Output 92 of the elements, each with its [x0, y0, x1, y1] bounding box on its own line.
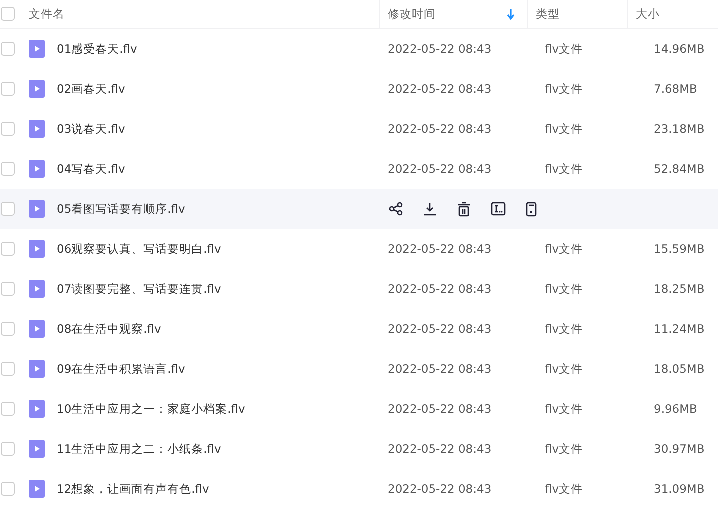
- file-size: 9.96MB: [654, 402, 698, 416]
- file-size: 14.96MB: [654, 42, 705, 56]
- delete-icon[interactable]: [457, 202, 471, 216]
- file-size: 52.84MB: [654, 162, 705, 176]
- file-type: flv文件: [545, 162, 584, 176]
- file-row[interactable]: 09在生活中积累语言.flv 2022-05-22 08:43 flv文件 18.05MB: [0, 349, 718, 389]
- row-checkbox[interactable]: [1, 482, 15, 496]
- file-size: 7.68MB: [654, 82, 698, 96]
- file-type: flv文件: [545, 322, 584, 336]
- file-name[interactable]: 03说春天.flv: [57, 122, 126, 136]
- file-name[interactable]: 04写春天.flv: [57, 162, 126, 176]
- video-file-icon: [29, 40, 45, 58]
- modified-time: 2022-05-22 08:43: [388, 402, 492, 416]
- column-header[interactable]: 修改时间: [379, 0, 527, 28]
- modified-time: 2022-05-22 08:43: [388, 162, 492, 176]
- modified-time: 2022-05-22 08:43: [388, 442, 492, 456]
- file-type: flv文件: [545, 42, 584, 56]
- modified-time: 2022-05-22 08:43: [388, 42, 492, 56]
- column-header[interactable]: 文件名: [29, 0, 379, 28]
- row-checkbox[interactable]: [1, 242, 15, 256]
- video-file-icon: [29, 120, 45, 138]
- row-checkbox[interactable]: [1, 162, 15, 176]
- file-size: 18.25MB: [654, 282, 705, 296]
- file-name[interactable]: 06观察要认真、写话要明白.flv: [57, 242, 222, 256]
- modified-time: 2022-05-22 08:43: [388, 242, 492, 256]
- file-size: 31.09MB: [654, 482, 705, 496]
- file-type: flv文件: [545, 242, 584, 256]
- file-row[interactable]: 10生活中应用之一：家庭小档案.flv 2022-05-22 08:43 flv文件 9.96MB: [0, 389, 718, 429]
- file-size: 15.59MB: [654, 242, 705, 256]
- row-checkbox[interactable]: [1, 122, 15, 136]
- file-row[interactable]: 06观察要认真、写话要明白.flv 2022-05-22 08:43 flv文件 15.59MB: [0, 229, 718, 269]
- file-row[interactable]: 05看图写话要有顺序.flv: [0, 189, 718, 229]
- column-header[interactable]: 类型: [527, 0, 627, 28]
- file-name[interactable]: 10生活中应用之一：家庭小档案.flv: [57, 402, 246, 416]
- file-size: 18.05MB: [654, 362, 705, 376]
- video-file-icon: [29, 200, 45, 218]
- file-name[interactable]: 07读图要完整、写话要连贯.flv: [57, 282, 222, 296]
- file-row[interactable]: 03说春天.flv 2022-05-22 08:43 flv文件 23.18MB: [0, 109, 718, 149]
- file-row[interactable]: 08在生活中观察.flv 2022-05-22 08:43 flv文件 11.24MB: [0, 309, 718, 349]
- file-name[interactable]: 09在生活中积累语言.flv: [57, 362, 186, 376]
- file-type: flv文件: [545, 402, 584, 416]
- modified-time: 2022-05-22 08:43: [388, 482, 492, 496]
- column-header[interactable]: 大小: [627, 0, 718, 28]
- file-row[interactable]: 12想象，让画面有声有色.flv 2022-05-22 08:43 flv文件 31.09MB: [0, 469, 718, 509]
- row-checkbox[interactable]: [1, 82, 15, 96]
- more-icon[interactable]: [526, 202, 537, 216]
- row-checkbox[interactable]: [1, 202, 15, 216]
- file-row[interactable]: 07读图要完整、写话要连贯.flv 2022-05-22 08:43 flv文件 18.25MB: [0, 269, 718, 309]
- file-name[interactable]: 05看图写话要有顺序.flv: [57, 202, 186, 216]
- select-all-checkbox[interactable]: [1, 7, 15, 21]
- row-checkbox[interactable]: [1, 442, 15, 456]
- video-file-icon: [29, 400, 45, 418]
- video-file-icon: [29, 240, 45, 258]
- file-row[interactable]: 01感受春天.flv 2022-05-22 08:43 flv文件 14.96MB: [0, 29, 718, 69]
- file-name[interactable]: 11生活中应用之二：小纸条.flv: [57, 442, 222, 456]
- modified-time: 2022-05-22 08:43: [388, 322, 492, 336]
- video-file-icon: [29, 320, 45, 338]
- video-file-icon: [29, 360, 45, 378]
- modified-time: 2022-05-22 08:43: [388, 122, 492, 136]
- file-type: flv文件: [545, 362, 584, 376]
- file-type: flv文件: [545, 82, 584, 96]
- share-icon[interactable]: [389, 202, 403, 216]
- row-checkbox[interactable]: [1, 322, 15, 336]
- video-file-icon: [29, 480, 45, 498]
- file-name[interactable]: 01感受春天.flv: [57, 42, 138, 56]
- file-row[interactable]: 02画春天.flv 2022-05-22 08:43 flv文件 7.68MB: [0, 69, 718, 109]
- file-name[interactable]: 08在生活中观察.flv: [57, 322, 162, 336]
- file-name[interactable]: 02画春天.flv: [57, 82, 126, 96]
- row-checkbox[interactable]: [1, 402, 15, 416]
- row-checkbox[interactable]: [1, 42, 15, 56]
- file-row[interactable]: 11生活中应用之二：小纸条.flv 2022-05-22 08:43 flv文件 30.97MB: [0, 429, 718, 469]
- download-icon[interactable]: [423, 202, 437, 216]
- sort-arrow-icon[interactable]: [507, 8, 515, 20]
- video-file-icon: [29, 440, 45, 458]
- modified-time: 2022-05-22 08:43: [388, 82, 492, 96]
- video-file-icon: [29, 280, 45, 298]
- modified-time: 2022-05-22 08:43: [388, 362, 492, 376]
- row-checkbox[interactable]: [1, 282, 15, 296]
- video-file-icon: [29, 160, 45, 178]
- file-type: flv文件: [545, 482, 584, 496]
- file-row[interactable]: 04写春天.flv 2022-05-22 08:43 flv文件 52.84MB: [0, 149, 718, 189]
- row-checkbox[interactable]: [1, 362, 15, 376]
- file-type: flv文件: [545, 442, 584, 456]
- rename-icon[interactable]: [491, 202, 506, 216]
- file-size: 23.18MB: [654, 122, 705, 136]
- video-file-icon: [29, 80, 45, 98]
- file-name[interactable]: 12想象，让画面有声有色.flv: [57, 482, 210, 496]
- file-size: 30.97MB: [654, 442, 705, 456]
- file-type: flv文件: [545, 282, 584, 296]
- file-type: flv文件: [545, 122, 584, 136]
- file-size: 11.24MB: [654, 322, 705, 336]
- modified-time: 2022-05-22 08:43: [388, 282, 492, 296]
